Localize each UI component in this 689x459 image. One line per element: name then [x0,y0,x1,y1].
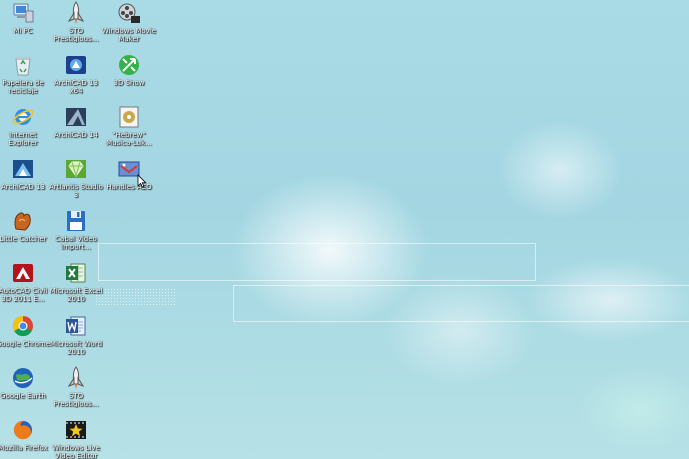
desktop-icon-label: ArchiCAD 13 x64 [54,79,98,95]
desktop-icon-windows-movie-maker[interactable]: Windows Movie Maker [101,0,157,52]
desktop-icon-archicad-13-x64[interactable]: ArchiCAD 13 x64 [50,52,102,104]
desktop-icon-internet-explorer[interactable]: Internet Explorer [0,104,49,156]
chrome-icon [11,314,35,338]
wallpaper-frame-left [98,243,536,281]
desktop-icon-3d-show[interactable]: 3D Show [103,52,155,104]
mouse-cursor-icon [137,174,147,188]
firefox-icon [11,418,35,442]
shuttle-icon [64,1,88,25]
desktop-background[interactable]: Mi PC Papelera de reciclaje Internet Exp… [0,0,689,459]
recycle-bin-icon [11,53,35,77]
desktop-icon-label: Cabal Video Import... [55,235,97,251]
floppy-icon [64,209,88,233]
wallpaper-frame-right [233,285,689,322]
desktop-icon-label: STO Prestigious... [53,392,99,408]
desktop-icon-label: Google Chrome [0,340,51,348]
desktop-icon-sto-prestigious-2[interactable]: STO Prestigious... [50,365,102,417]
desktop-icon-label: Mi PC [13,27,33,35]
excel-icon [64,261,88,285]
desktop-icon-label: Papelera de reciclaje [2,79,44,95]
desktop-icon-archicad-14[interactable]: ArchiCAD 14 [50,104,102,156]
desktop-icon-label: Google Earth [0,392,46,400]
glove-icon [11,209,35,233]
autocad-icon [11,261,35,285]
archicad-triangle-icon [64,105,88,129]
desktop-icon-live-video-editor[interactable]: Windows Live Video Editor [50,417,102,459]
desktop-icon-label: Microsoft Word 2010 [49,340,103,356]
desktop-icon-label: Little Catcher [0,235,47,243]
desktop-icon-archicad-13[interactable]: ArchiCAD 13 [0,156,49,208]
desktop-icon-label: Windows Movie Maker [101,27,157,43]
desktop-icon-autocad-civil[interactable]: AutoCAD Civil 3D 2011 E... [0,260,49,312]
desktop-icon-google-chrome[interactable]: Google Chrome [0,313,51,365]
desktop-icon-sto-prestigious[interactable]: STO Prestigious... [50,0,102,52]
desktop-icon-label: Windows Live Video Editor [52,444,100,459]
desktop-icon-label: STO Prestigious... [53,27,99,43]
desktop-icon-label: Artlantis Studio 3 [49,183,103,199]
shuttle-icon [64,366,88,390]
archicad-blue-icon [11,157,35,181]
desktop-icon-label: 3D Show [113,79,145,87]
desktop-icon-label: Microsoft Excel 2010 [49,287,103,303]
desktop-icon-papelera[interactable]: Papelera de reciclaje [0,52,49,104]
ie-icon [11,105,35,129]
desktop-icon-handles[interactable]: Handles AEO [103,156,155,208]
movie-star-icon [64,418,88,442]
desktop-icon-label: Internet Explorer [8,131,38,147]
gem-icon [64,157,88,181]
desktop-icon-label: ArchiCAD 13 [1,183,45,191]
archicad-icon [64,53,88,77]
music-disc-icon [117,105,141,129]
desktop-icon-mozilla-firefox[interactable]: Mozilla Firefox [0,417,49,459]
computer-icon [11,1,35,25]
desktop-icon-label: ArchiCAD 14 [54,131,98,139]
desktop-icon-cabal-video[interactable]: Cabal Video Import... [50,208,102,260]
desktop-icon-little-catcher[interactable]: Little Catcher [0,208,49,260]
wallpaper-dot-pattern [95,288,175,306]
desktop-icon-microsoft-excel[interactable]: Microsoft Excel 2010 [50,260,102,312]
desktop-icon-label: AutoCAD Civil 3D 2011 E... [0,287,48,303]
film-reel-icon [117,1,141,25]
desktop-icon-label: Mozilla Firefox [0,444,48,452]
desktop-icon-microsoft-word[interactable]: Microsoft Word 2010 [50,313,102,365]
green-arrow-icon [117,53,141,77]
desktop-icon-label: Handles AEO [106,183,152,191]
word-icon [64,314,88,338]
globe-icon [11,366,35,390]
desktop-icon-hebrew-musica[interactable]: "Hebrew" Musica-Luk... [103,104,155,156]
desktop-icon-artlantis-studio[interactable]: Artlantis Studio 3 [49,156,103,208]
desktop-icon-google-earth[interactable]: Google Earth [0,365,49,417]
desktop-icon-mi-pc[interactable]: Mi PC [0,0,49,52]
desktop-icon-label: "Hebrew" Musica-Luk... [106,131,152,147]
